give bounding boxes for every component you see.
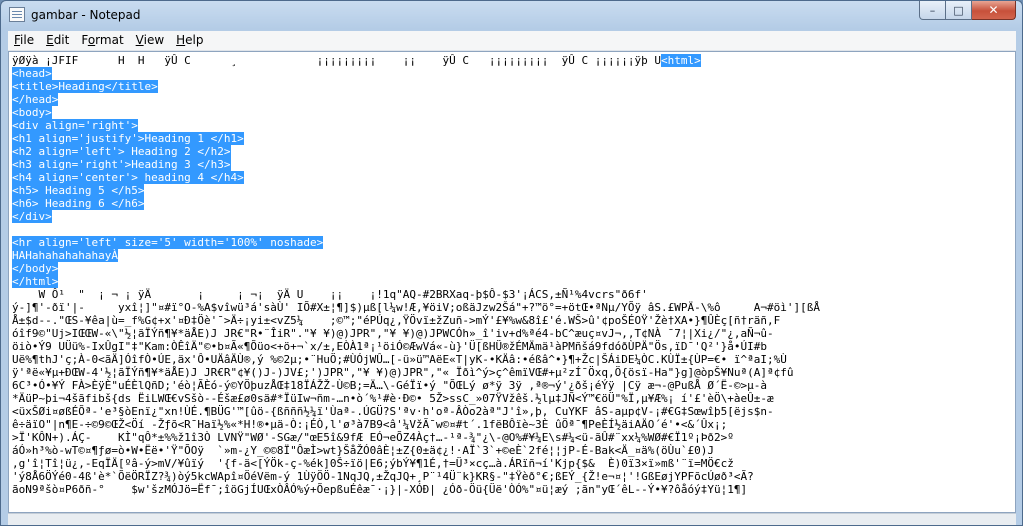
editor-line: <h4 align='center'> heading 4 </h4> xyxy=(12,171,820,184)
editor-line: <h6> Heading 6 </h6> xyxy=(12,197,820,210)
editor-line: >Ï'KÔN+).ÁÇ- KÌ"qÔ*±%%ž1î3Ò LVNŸ"WØ'-SGæ… xyxy=(12,431,820,444)
line-text: óîf9©"Uj>IŒŒW-«\"½¦ãÏÝñ¶¥*äÅE)J JR€"R•¨Î… xyxy=(12,327,774,340)
selected-text: <body> xyxy=(12,106,52,119)
menu-view[interactable]: View xyxy=(130,31,170,50)
line-text: 'ý8Å6ÖÝé0-4ß'è*`ÕëÖRÏZ?¾)òý5kcWApî¤ÖéVëm… xyxy=(12,470,754,483)
menu-file[interactable]: File xyxy=(8,31,40,50)
horizontal-scrollbar[interactable] xyxy=(8,513,1016,525)
editor-line: </body> xyxy=(12,262,820,275)
close-icon: ✕ xyxy=(988,3,999,17)
editor-line: Å±$d--."ŒS-¥êa|ù=_f%G¢+x'¤Ð‡Öè'¯>Ä÷¡yi±<… xyxy=(12,314,820,327)
editor-line: <h1 align='justify'>Heading 1 </h1> xyxy=(12,132,820,145)
selected-text: <head> xyxy=(12,67,52,80)
editor-line: <head> xyxy=(12,67,820,80)
editor-line: <h3 align='right'>Heading 3 </h3> xyxy=(12,158,820,171)
caption-buttons: – □ ✕ xyxy=(919,1,1016,21)
title-bar[interactable]: gambar - Notepad – □ ✕ xyxy=(1,1,1022,29)
editor-line: ê÷äïO"|n¶E-÷©9©ŒŽ<Öí -Žƒõ<R¯Haï½%«*H!®•µ… xyxy=(12,418,820,431)
editor-line: </html> xyxy=(12,275,820,288)
selected-text: </head> xyxy=(12,93,59,106)
menu-edit[interactable]: Edit xyxy=(40,31,75,50)
line-text: <üxŠØi¤øßÉÕª-'e³§òEnï¿"xn!ÙÉ.¶BÜG'™[ûö-{… xyxy=(12,405,774,418)
selected-text: <title>Heading</title> xyxy=(12,80,158,93)
line-text: 6C³•Ó•¥Ý FÀ>ÈÿÈ"uÉÈlQñD;'éò¦ÃÈó-ý©YÖþuzÅ… xyxy=(12,379,767,392)
line-text: >Ï'KÔN+).ÁÇ- KÌ"qÔ*±%%ž1î3Ò LVNŸ"WØ'-SGæ… xyxy=(12,431,734,444)
editor-line: <h5> Heading 5 </h5> xyxy=(12,184,820,197)
selected-text: <h1 align='justify'>Heading 1 </h1> xyxy=(12,132,244,145)
editor-line: ÿ'ªë«¥µ+ÐŒW-4'½¦ãÏÝñ¶¥*äÅE)J JR€R"¢¥()J-… xyxy=(12,366,820,379)
editor-line: <üxŠØi¤øßÉÕª-'e³§òEnï¿"xn!ÙÉ.¶BÜG'™[ûö-{… xyxy=(12,405,820,418)
notepad-window: gambar - Notepad – □ ✕ File Edit Format Vie… xyxy=(0,0,1023,526)
selected-text: <h4 align='center'> heading 4 </h4> xyxy=(12,171,244,184)
menu-bar: File Edit Format View Help xyxy=(8,31,1016,51)
minimize-icon: – xyxy=(929,3,936,17)
selected-text: <h2 align='left'> Heading 2 </h2> xyxy=(12,145,231,158)
editor-line: 6C³•Ó•¥Ý FÀ>ÈÿÈ"uÉÈlQñD;'éò¦ÃÈó-ý©YÖþuzÅ… xyxy=(12,379,820,392)
selected-text: <hr align='left' size='5' width='100%' n… xyxy=(12,236,324,249)
line-text: ÿ'ªë«¥µ+ÐŒW-4'½¦ãÏÝñ¶¥*äÅE)J JR€R"¢¥()J-… xyxy=(12,366,794,379)
minimize-button[interactable]: – xyxy=(919,1,946,20)
window-title: gambar - Notepad xyxy=(31,8,141,22)
line-text: öiò•Ý9 UÜü%-IxÛgI"‡"Kam:ÒÊîÄ"©•b¤Ã«¶Õüo<… xyxy=(12,340,767,353)
selected-text: </html> xyxy=(12,275,59,288)
line-text: ,g'î¦Tî¦ü¿,-EqÏÄ[ºâ-ý>mV/¥ûïý '{f-ä<[ÝÖk… xyxy=(12,457,734,470)
editor-line: <body> xyxy=(12,106,820,119)
selected-text: </body> xyxy=(12,262,59,275)
line-text: Å±$d--."ŒS-¥êa|ù=_f%G¢+x'¤Ð‡Öè'¯>Ä÷¡yi±<… xyxy=(12,314,781,327)
line-text: ãoN9ªšò¤P6ðñ-° $w'šzMÓJö=Ëf¯;îöGjÍUŒxÒÂÓ… xyxy=(12,483,748,496)
selected-text: <h6> Heading 6 </h6> xyxy=(12,197,145,210)
editor-line: öiò•Ý9 UÜü%-IxÛgI"‡"Kam:ÒÊîÄ"©•b¤Ã«¶Õüo<… xyxy=(12,340,820,353)
line-text: W Ô¹ " ¡ ¬ ¡ ÿÄ ¡ ¡ ¬¡ ÿÄ U ¡¡ ¡!1q"AQ-#… xyxy=(12,288,648,301)
selected-text: <div align='right'> xyxy=(12,119,138,132)
menu-help[interactable]: Help xyxy=(170,31,209,50)
text-editor-area[interactable]: ÿØÿà ¡JFIF H H ÿÛ C ¸ ¡¡¡¡¡¡¡¡¡ ¡¡ ÿÛ C … xyxy=(8,51,1016,513)
editor-line: ÿØÿà ¡JFIF H H ÿÛ C ¸ ¡¡¡¡¡¡¡¡¡ ¡¡ ÿÛ C … xyxy=(12,54,820,67)
editor-line: </div> xyxy=(12,210,820,223)
editor-line: áÓ»h³%ò-wT©¤¶ƒø=ò•W•Ëë•'Ÿ"ÕOÿ `»m-¿Y_©©8… xyxy=(12,444,820,457)
selected-text: <h3 align='right'>Heading 3 </h3> xyxy=(12,158,231,171)
editor-line: </head> xyxy=(12,93,820,106)
menu-format[interactable]: Format xyxy=(75,31,129,50)
selected-text: HAHahahahahahayÀ xyxy=(12,249,118,262)
selected-text: </div> xyxy=(12,210,52,223)
editor-line: óîf9©"Uj>IŒŒW-«\"½¦ãÏÝñ¶¥*äÅE)J JR€"R•¨Î… xyxy=(12,327,820,340)
editor-line: <h2 align='left'> Heading 2 </h2> xyxy=(12,145,820,158)
editor-line: <div align='right'> xyxy=(12,119,820,132)
line-text: Uë%¶thJ'ç;À-0<ãÄ]ÓîfÒ•ÚE,äx'Ô•UÄâÄÙ®,ý %… xyxy=(12,353,787,366)
line-text: ÿØÿà ¡JFIF H H ÿÛ C ¸ ¡¡¡¡¡¡¡¡¡ ¡¡ ÿÛ C … xyxy=(12,54,662,67)
editor-line: HAHahahahahahayÀ xyxy=(12,249,820,262)
editor-line: ,g'î¦Tî¦ü¿,-EqÏÄ[ºâ-ý>mV/¥ûïý '{f-ä<[ÝÖk… xyxy=(12,457,820,470)
editor-line: ý-]¶'-ðï'|- yxî¦]"¤#ï°O-%A$vîwü³á'sàÙ' I… xyxy=(12,301,820,314)
selected-text: <html> xyxy=(661,54,701,67)
editor-text: ÿØÿà ¡JFIF H H ÿÛ C ¸ ¡¡¡¡¡¡¡¡¡ ¡¡ ÿÛ C … xyxy=(12,54,820,496)
line-text: ý-]¶'-ðï'|- yxî¦]"¤#ï°O-%A$vîwü³á'sàÙ' I… xyxy=(12,301,820,314)
close-button[interactable]: ✕ xyxy=(972,1,1016,20)
maximize-button[interactable]: □ xyxy=(946,1,972,20)
window-right-edge xyxy=(1016,51,1022,525)
editor-line: W Ô¹ " ¡ ¬ ¡ ÿÄ ¡ ¡ ¬¡ ÿÄ U ¡¡ ¡!1q"AQ-#… xyxy=(12,288,820,301)
line-text: áÓ»h³%ò-wT©¤¶ƒø=ò•W•Ëë•'Ÿ"ÕOÿ `»m-¿Y_©©8… xyxy=(12,444,714,457)
maximize-icon: □ xyxy=(953,3,964,17)
editor-line: <title>Heading</title> xyxy=(12,80,820,93)
editor-line: <hr align='left' size='5' width='100%' n… xyxy=(12,236,820,249)
editor-line: *ÄüP~þi¬4šãfibš{ds ËiLWŒ€vSšò--Éšæ£ø0sä#… xyxy=(12,392,820,405)
editor-line: Uë%¶thJ'ç;À-0<ãÄ]ÓîfÒ•ÚE,äx'Ô•UÄâÄÙ®,ý %… xyxy=(12,353,820,366)
editor-line: ãoN9ªšò¤P6ðñ-° $w'šzMÓJö=Ëf¯;îöGjÍUŒxÒÂÓ… xyxy=(12,483,820,496)
selected-text: <h5> Heading 5 </h5> xyxy=(12,184,145,197)
line-text: *ÄüP~þi¬4šãfibš{ds ËiLWŒ€vSšò--Éšæ£ø0sä#… xyxy=(12,392,774,405)
editor-line: 'ý8Å6ÖÝé0-4ß'è*`ÕëÖRÏZ?¾)òý5kcWApî¤ÖéVëm… xyxy=(12,470,820,483)
notepad-app-icon[interactable] xyxy=(9,7,25,22)
line-text: ê÷äïO"|n¶E-÷©9©ŒŽ<Öí -Žƒõ<R¯Haï½%«*H!®•µ… xyxy=(12,418,728,431)
